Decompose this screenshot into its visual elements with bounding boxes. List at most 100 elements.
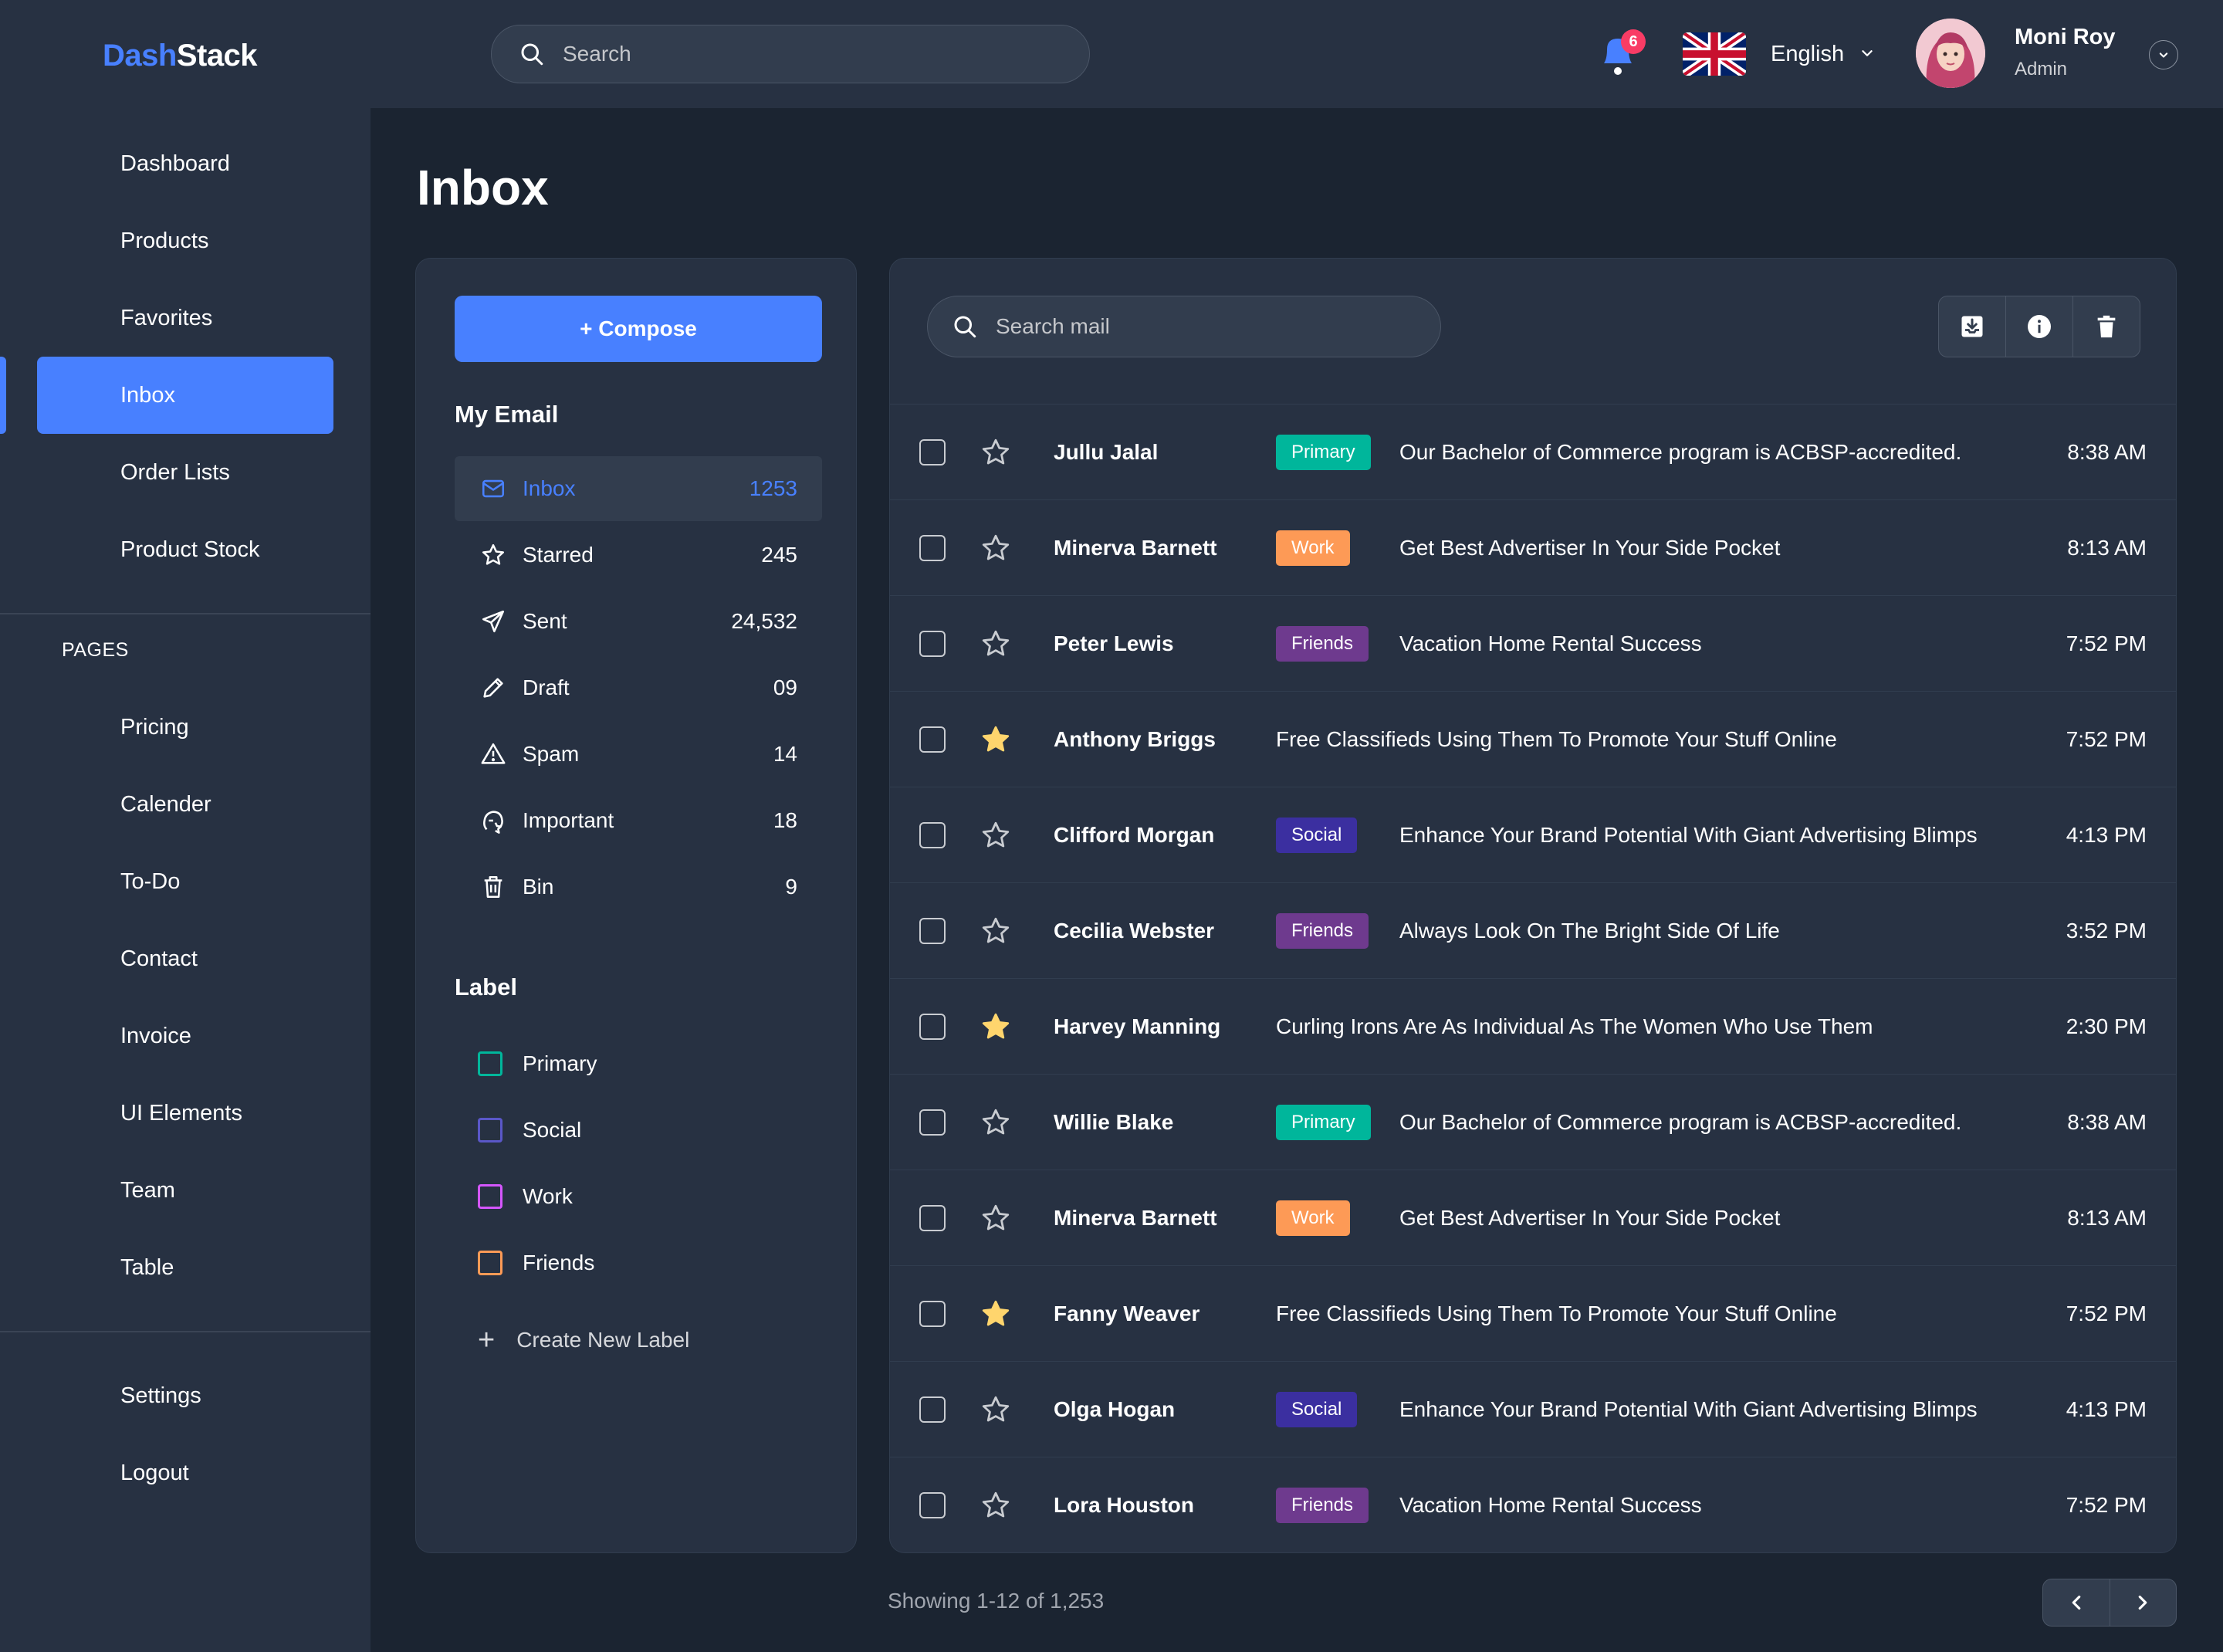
folder-important[interactable]: Important 18 (455, 788, 822, 853)
mail-row[interactable]: Peter Lewis Friends Vacation Home Rental S… (890, 595, 2176, 691)
mail-row[interactable]: Willie Blake Primary Our Bachelor of Comme… (890, 1074, 2176, 1170)
chevron-left-icon (2072, 1595, 2081, 1610)
user-menu-button[interactable] (2149, 40, 2178, 69)
label-checkbox[interactable] (478, 1118, 502, 1143)
label-friends[interactable]: Friends (478, 1244, 594, 1282)
avatar[interactable] (1916, 19, 1985, 88)
search-icon (521, 43, 543, 66)
sidebar-divider (0, 613, 370, 614)
delete-button[interactable] (2073, 296, 2140, 357)
star-icon[interactable] (980, 1393, 1012, 1426)
mail-row[interactable]: Anthony Briggs Free Classifieds Using The… (890, 691, 2176, 787)
sidebar-item-invoice[interactable]: Invoice (37, 997, 333, 1075)
mail-tag: Friends (1276, 1487, 1369, 1523)
folder-inbox[interactable]: Inbox 1253 (455, 456, 822, 521)
star-icon[interactable] (980, 819, 1012, 851)
uk-flag-icon[interactable] (1683, 32, 1746, 76)
label-checkbox[interactable] (478, 1184, 502, 1209)
pagination-summary: Showing 1-12 of 1,253 (888, 1589, 1105, 1613)
trash-icon (478, 872, 509, 902)
create-new-label-button[interactable]: + Create New Label (478, 1321, 689, 1359)
sidebar-item-ui-elements[interactable]: UI Elements (37, 1075, 333, 1152)
label-name: Primary (523, 1051, 597, 1075)
star-icon[interactable] (980, 628, 1012, 660)
sidebar-item-table[interactable]: Table (37, 1229, 333, 1306)
sidebar-item-settings[interactable]: Settings (37, 1357, 333, 1434)
mail-search-bar[interactable] (927, 296, 1441, 357)
row-checkbox[interactable] (919, 630, 946, 657)
row-checkbox[interactable] (919, 1300, 946, 1327)
mail-row[interactable]: Fanny Weaver Free Classifieds Using Them … (890, 1265, 2176, 1361)
row-checkbox[interactable] (919, 821, 946, 848)
mail-row[interactable]: Minerva Barnett Work Get Best Advertiser I… (890, 1170, 2176, 1265)
compose-button[interactable]: + Compose (455, 296, 822, 362)
folder-label: Sent (523, 609, 567, 633)
star-filled-icon[interactable] (980, 723, 1012, 756)
row-checkbox[interactable] (919, 1013, 946, 1040)
sidebar-item-order-lists[interactable]: Order Lists (37, 434, 333, 511)
row-checkbox[interactable] (919, 1204, 946, 1231)
star-filled-icon[interactable] (980, 1298, 1012, 1330)
row-checkbox[interactable] (919, 534, 946, 561)
notifications-button[interactable]: 6 (1598, 29, 1646, 79)
star-filled-icon[interactable] (980, 1010, 1012, 1043)
folder-spam[interactable]: Spam 14 (455, 722, 822, 787)
info-button[interactable] (2006, 296, 2073, 357)
sidebar-item-pricing[interactable]: Pricing (37, 689, 333, 766)
row-checkbox[interactable] (919, 726, 946, 753)
mail-row[interactable]: Lora Houston Friends Vacation Home Rental … (890, 1457, 2176, 1552)
sidebar-item-inbox[interactable]: Inbox (37, 357, 333, 434)
star-icon[interactable] (980, 915, 1012, 947)
folder-draft[interactable]: Draft 09 (455, 655, 822, 720)
mail-search-input[interactable] (996, 314, 1428, 339)
row-checkbox[interactable] (919, 1109, 946, 1136)
label-work[interactable]: Work (478, 1177, 573, 1216)
folder-bin[interactable]: Bin 9 (455, 855, 822, 919)
sidebar-item-label: Dashboard (120, 151, 230, 176)
mail-row[interactable]: Minerva Barnett Work Get Best Advertiser I… (890, 499, 2176, 595)
mail-folders-panel: + Compose My Email Inbox 1253 Starred 24… (415, 258, 857, 1553)
sidebar-item-label: Contact (120, 946, 198, 971)
mail-icon (478, 473, 509, 504)
top-search-bar[interactable] (491, 25, 1090, 83)
row-checkbox[interactable] (919, 917, 946, 944)
archive-button[interactable] (1939, 296, 2006, 357)
mail-row[interactable]: Harvey Manning Curling Irons Are As Indiv… (890, 978, 2176, 1074)
row-checkbox[interactable] (919, 1396, 946, 1423)
mail-row[interactable]: Jullu Jalal Primary Our Bachelor of Commer… (890, 404, 2176, 499)
folder-starred[interactable]: Starred 245 (455, 523, 822, 587)
folder-sent[interactable]: Sent 24,532 (455, 589, 822, 654)
star-icon[interactable] (980, 1106, 1012, 1139)
sidebar-item-calender[interactable]: Calender (37, 766, 333, 843)
sidebar-item-team[interactable]: Team (37, 1152, 333, 1229)
sidebar-item-favorites[interactable]: Favorites (37, 279, 333, 357)
row-checkbox[interactable] (919, 1491, 946, 1518)
label-checkbox[interactable] (478, 1051, 502, 1076)
mail-row[interactable]: Clifford Morgan Social Enhance Your Brand … (890, 787, 2176, 882)
language-label[interactable]: English (1771, 42, 1844, 67)
row-checkbox[interactable] (919, 438, 946, 465)
next-page-button[interactable] (2110, 1579, 2177, 1626)
sidebar-item-products[interactable]: Products (37, 202, 333, 279)
label-social[interactable]: Social (478, 1111, 581, 1149)
mail-sender: Harvey Manning (1054, 1014, 1221, 1038)
star-icon[interactable] (980, 1489, 1012, 1522)
mail-row[interactable]: Olga Hogan Social Enhance Your Brand Poten… (890, 1361, 2176, 1457)
star-icon[interactable] (980, 532, 1012, 564)
label-primary[interactable]: Primary (478, 1044, 597, 1083)
star-icon[interactable] (980, 1202, 1012, 1234)
mail-subject: Enhance Your Brand Potential With Giant … (1399, 1396, 1978, 1421)
mail-row[interactable]: Cecilia Webster Friends Always Look On The… (890, 882, 2176, 978)
sidebar-item-dashboard[interactable]: Dashboard (37, 125, 333, 202)
sidebar-item-label: Pricing (120, 714, 189, 740)
sidebar-item-logout[interactable]: Logout (37, 1434, 333, 1512)
star-icon[interactable] (980, 436, 1012, 469)
sidebar-item-contact[interactable]: Contact (37, 920, 333, 997)
sidebar-item-todo[interactable]: To-Do (37, 843, 333, 920)
label-checkbox[interactable] (478, 1251, 502, 1275)
prev-page-button[interactable] (2043, 1579, 2110, 1626)
brand-logo[interactable]: DashStack (103, 39, 258, 73)
sidebar-item-product-stock[interactable]: Product Stock (37, 511, 333, 588)
chevron-down-icon[interactable] (1859, 45, 1876, 62)
top-search-input[interactable] (563, 42, 1026, 66)
